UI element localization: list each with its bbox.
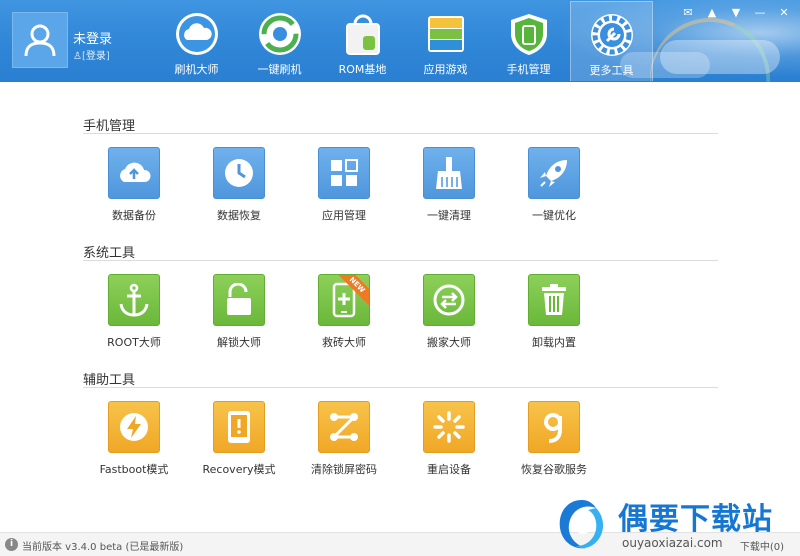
menu-dropdown-icon[interactable]: ▼ [726, 4, 746, 20]
section-title-system-tools: 系统工具 [83, 246, 136, 261]
window-controls: ✉ ▲ ▼ — ✕ [678, 4, 794, 20]
nav-label: ROM基地 [338, 63, 387, 76]
nav-label: 应用游戏 [423, 63, 468, 76]
tile-brick-rescue[interactable]: NEW 救砖大师 [299, 274, 389, 364]
watermark-url: ouyaoxiazai.com [622, 536, 723, 550]
clock-icon [213, 147, 265, 199]
nav-item-rom-base[interactable]: ROM基地 [321, 1, 404, 81]
phone-shield-icon [506, 11, 552, 57]
login-link[interactable]: ♙[登录] [73, 47, 110, 62]
nav-item-one-click-flash[interactable]: 一键刷机 [238, 1, 321, 81]
tile-label: 搬家大师 [427, 336, 471, 349]
nav-item-more-tools[interactable]: 更多工具 [570, 1, 653, 81]
tile-restart-device[interactable]: 重启设备 [404, 401, 494, 491]
skin-icon[interactable]: ▲ [702, 4, 722, 20]
tile-label: 应用管理 [322, 209, 366, 222]
section-divider [83, 387, 718, 388]
tile-label: 数据恢复 [217, 209, 261, 222]
person-icon: ♙ [73, 51, 82, 62]
pattern-lock-icon [318, 401, 370, 453]
tile-label: 卸载内置 [532, 336, 576, 349]
tile-uninstall-builtin[interactable]: 卸载内置 [509, 274, 599, 364]
main-nav: 刷机大师 一键刷机 ROM基地 应用游戏 手机管理 更多工具 [155, 0, 653, 82]
trash-icon [528, 274, 580, 326]
login-bracket-close: ] [105, 51, 110, 62]
phone-plus-icon: NEW [318, 274, 370, 326]
nav-label: 手机管理 [506, 63, 551, 76]
tile-app-manage[interactable]: 应用管理 [299, 147, 389, 237]
rocket-icon [528, 147, 580, 199]
tile-root-master[interactable]: ROOT大师 [89, 274, 179, 364]
grid-icon [318, 147, 370, 199]
tile-clear-lock-password[interactable]: 清除锁屏密码 [299, 401, 389, 491]
section-title-phone-manage: 手机管理 [83, 119, 136, 134]
wrench-gear-icon [589, 12, 635, 58]
section-title-aux-tools: 辅助工具 [83, 373, 136, 388]
avatar[interactable] [12, 12, 68, 68]
section-divider [83, 260, 718, 261]
tile-label: ROOT大师 [107, 336, 161, 349]
tile-label: Recovery模式 [202, 463, 276, 476]
tile-label: 数据备份 [112, 209, 156, 222]
rom-bag-icon [340, 11, 386, 57]
tile-data-restore[interactable]: 数据恢复 [194, 147, 284, 237]
tile-label: 清除锁屏密码 [311, 463, 377, 476]
nav-item-flash-master[interactable]: 刷机大师 [155, 1, 238, 81]
nav-label: 更多工具 [589, 64, 634, 77]
nav-item-phone-manage[interactable]: 手机管理 [487, 1, 570, 81]
transfer-icon [423, 274, 475, 326]
nav-label: 一键刷机 [257, 63, 302, 76]
unlock-icon [213, 274, 265, 326]
restart-icon [423, 401, 475, 453]
tile-fastboot-mode[interactable]: Fastboot模式 [89, 401, 179, 491]
cloud-upload-icon [108, 147, 160, 199]
anchor-icon [108, 274, 160, 326]
tile-label: Fastboot模式 [99, 463, 169, 476]
minimize-icon[interactable]: — [750, 4, 770, 20]
tile-unlock-master[interactable]: 解锁大师 [194, 274, 284, 364]
broom-icon [423, 147, 475, 199]
phone-warning-icon [213, 401, 265, 453]
tile-one-click-clean[interactable]: 一键清理 [404, 147, 494, 237]
watermark-logo-icon [559, 500, 604, 549]
watermark: 偶要下载站 ouyaoxiazai.com [552, 490, 800, 556]
tile-label: 恢复谷歌服务 [521, 463, 587, 476]
tile-recovery-mode[interactable]: Recovery模式 [194, 401, 284, 491]
section-divider [83, 133, 718, 134]
user-icon [24, 24, 56, 57]
nav-label: 刷机大师 [174, 63, 219, 76]
tile-label: 解锁大师 [217, 336, 261, 349]
tile-data-backup[interactable]: 数据备份 [89, 147, 179, 237]
cloud-icon [174, 11, 220, 57]
refresh-icon [257, 11, 303, 57]
tile-one-click-optimize[interactable]: 一键优化 [509, 147, 599, 237]
tile-restore-google-services[interactable]: 恢复谷歌服务 [509, 401, 599, 491]
top-header: 未登录 ♙[登录] 刷机大师 一键刷机 ROM基地 应用游戏 手机管理 更多工具… [0, 0, 800, 82]
user-status: 未登录 [73, 32, 113, 47]
tile-label: 一键优化 [532, 209, 576, 222]
tile-label: 救砖大师 [322, 336, 366, 349]
google-g-icon [528, 401, 580, 453]
app-stack-icon [423, 11, 469, 57]
tile-move-master[interactable]: 搬家大师 [404, 274, 494, 364]
info-icon: i [5, 538, 18, 551]
login-label: 登录 [85, 51, 106, 62]
watermark-title: 偶要下载站 [618, 502, 773, 537]
version-text: 当前版本 v3.4.0 beta (已是最新版) [22, 542, 184, 553]
tile-label: 一键清理 [427, 209, 471, 222]
lightning-icon [108, 401, 160, 453]
tile-label: 重启设备 [427, 463, 471, 476]
chat-icon[interactable]: ✉ [678, 4, 698, 20]
nav-item-apps-games[interactable]: 应用游戏 [404, 1, 487, 81]
close-icon[interactable]: ✕ [774, 4, 794, 20]
